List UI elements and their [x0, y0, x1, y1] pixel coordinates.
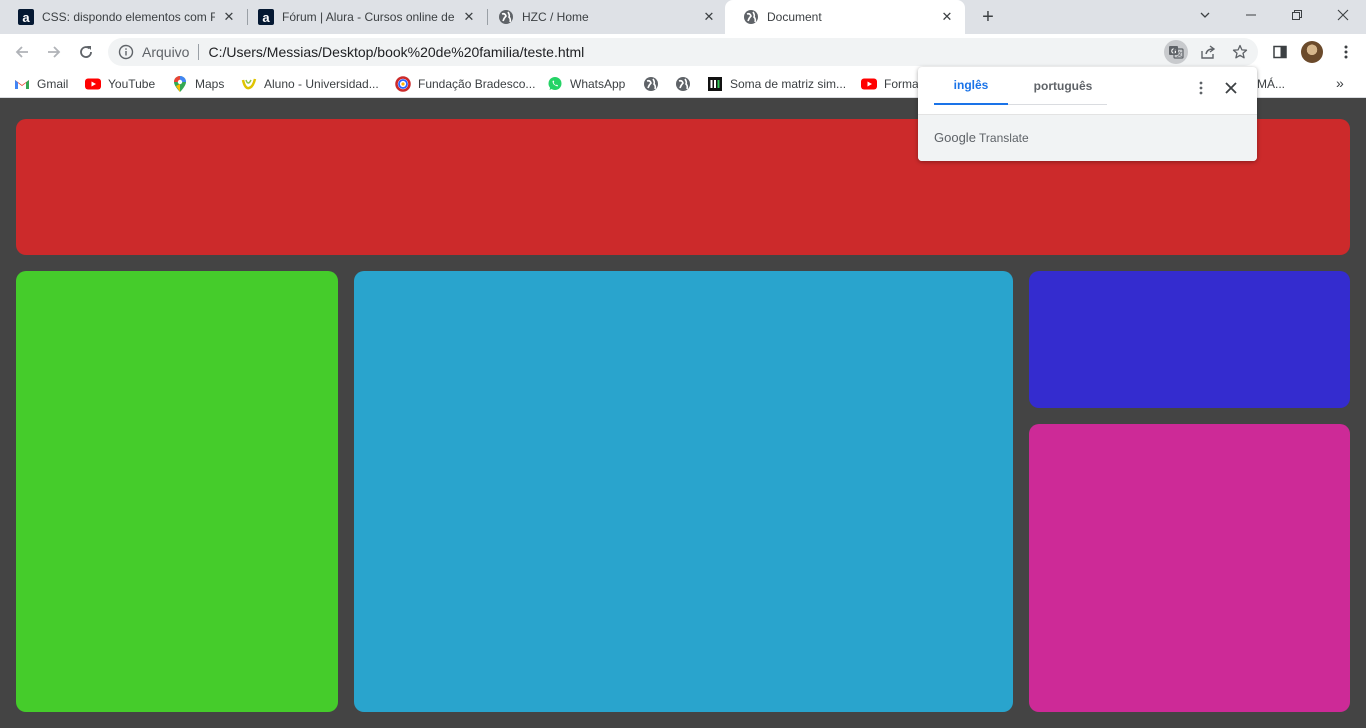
url-text[interactable]: C:/Users/Messias/Desktop/book%20de%20fam…	[208, 44, 584, 60]
close-icon[interactable]: ✕	[221, 9, 237, 25]
menu-button[interactable]	[1334, 40, 1358, 64]
more-vert-icon	[1344, 45, 1348, 59]
tab-target-language[interactable]: português	[1020, 67, 1106, 105]
share-icon[interactable]	[1196, 40, 1220, 64]
forward-arrow-icon	[48, 46, 61, 58]
svg-text:文: 文	[1177, 51, 1183, 59]
bookmark-label: Aluno - Universidad...	[264, 77, 379, 91]
gmail-icon	[14, 76, 30, 92]
youtube-icon	[861, 76, 877, 92]
bradesco-icon	[395, 76, 411, 92]
tab-title: CSS: dispondo elementos com Fl	[42, 10, 215, 24]
info-icon[interactable]	[118, 44, 134, 60]
globe-icon	[643, 76, 659, 92]
tab-css-flexbox[interactable]: a CSS: dispondo elementos com Fl ✕	[0, 0, 247, 34]
new-tab-button[interactable]: +	[976, 5, 1000, 29]
divider	[198, 44, 200, 60]
profile-button[interactable]	[1300, 40, 1324, 64]
bookmark-label: MÁ...	[1257, 77, 1286, 91]
tab-document[interactable]: Document ✕	[725, 0, 965, 34]
bookmark-label: Gmail	[37, 77, 69, 91]
restore-button[interactable]	[1274, 0, 1320, 30]
translate-icon[interactable]: G文	[1164, 40, 1188, 64]
tab-source-language[interactable]: inglês	[934, 67, 1008, 105]
right-bottom-box-magenta	[1029, 424, 1350, 712]
google-translate-brand: Google Translate	[934, 130, 1029, 145]
forward-button[interactable]	[42, 40, 66, 64]
tab-strip: a CSS: dispondo elementos com Fl ✕ a Fór…	[0, 0, 1366, 34]
left-box-green	[16, 271, 338, 712]
back-button[interactable]	[10, 40, 34, 64]
bookmark-whatsapp[interactable]: WhatsApp	[547, 75, 625, 93]
translate-label: Translate	[979, 131, 1029, 145]
tab-search-button[interactable]	[1182, 0, 1228, 30]
bookmark-bradesco[interactable]: Fundação Bradesco...	[395, 75, 535, 93]
bookmark-gmail[interactable]: Gmail	[14, 75, 68, 93]
translate-popup: inglês português Google Translate	[918, 67, 1257, 161]
bookmarks-overflow-button[interactable]: »	[1336, 75, 1344, 91]
side-panel-icon	[1273, 45, 1287, 59]
bookmark-globe-2[interactable]	[675, 75, 698, 93]
address-bar-actions: G文	[1164, 38, 1252, 66]
bookmark-ma[interactable]: MÁ...	[1257, 75, 1285, 93]
close-icon[interactable]: ✕	[461, 9, 477, 25]
translate-close-button[interactable]	[1223, 80, 1239, 96]
language-tabs: inglês português	[934, 67, 1107, 105]
bookmark-soma-matriz[interactable]: Soma de matriz sim...	[707, 75, 846, 93]
alura-icon: a	[18, 9, 34, 25]
tab-title: Fórum | Alura - Cursos online de	[282, 10, 455, 24]
translate-footer: Google Translate	[918, 114, 1257, 161]
close-window-button[interactable]	[1320, 0, 1366, 30]
page-viewport	[0, 103, 1366, 728]
bookmark-label: Soma de matriz sim...	[730, 77, 847, 91]
notion-icon	[707, 76, 723, 92]
bookmark-forma[interactable]: Forma	[861, 75, 919, 93]
close-icon[interactable]: ✕	[939, 9, 955, 25]
globe-icon	[743, 9, 759, 25]
avatar	[1301, 41, 1323, 63]
reload-icon	[80, 46, 92, 58]
bookmark-univesp[interactable]: Aluno - Universidad...	[241, 75, 379, 93]
minimize-button[interactable]	[1228, 0, 1274, 30]
right-top-box-indigo	[1029, 271, 1350, 408]
youtube-icon	[85, 76, 101, 92]
google-logo-text: Google	[934, 130, 976, 145]
back-arrow-icon	[15, 46, 28, 58]
bookmark-globe-1[interactable]	[643, 75, 666, 93]
more-vert-icon	[1199, 81, 1203, 95]
minimize-icon	[1246, 14, 1256, 16]
bookmark-label: Fundação Bradesco...	[418, 77, 536, 91]
bookmark-label: Forma	[884, 77, 919, 91]
tab-hzc-home[interactable]: HZC / Home ✕	[480, 0, 727, 34]
restore-icon	[1292, 10, 1302, 20]
bookmark-label: WhatsApp	[570, 77, 626, 91]
browser-toolbar: Arquivo C:/Users/Messias/Desktop/book%20…	[0, 34, 1366, 70]
tab-title: HZC / Home	[522, 10, 589, 24]
bookmark-youtube[interactable]: YouTube	[85, 75, 155, 93]
star-icon[interactable]	[1228, 40, 1252, 64]
bookmark-label: Maps	[195, 77, 225, 91]
close-icon	[1225, 82, 1237, 94]
address-bar[interactable]: Arquivo C:/Users/Messias/Desktop/book%20…	[108, 38, 1258, 66]
maps-icon	[172, 76, 188, 92]
close-icon[interactable]: ✕	[701, 9, 717, 25]
whatsapp-icon	[547, 76, 563, 92]
univesp-icon	[241, 76, 257, 92]
bookmark-label: YouTube	[108, 77, 156, 91]
tab-forum-alura[interactable]: a Fórum | Alura - Cursos online de ✕	[240, 0, 487, 34]
tab-title: Document	[767, 10, 822, 24]
alura-icon: a	[258, 9, 274, 25]
scheme-label: Arquivo	[142, 44, 190, 60]
globe-icon	[498, 9, 514, 25]
side-panel-button[interactable]	[1268, 40, 1292, 64]
bookmark-maps[interactable]: Maps	[172, 75, 224, 93]
center-box-blue	[354, 271, 1013, 712]
translate-options-button[interactable]	[1193, 80, 1209, 96]
chevron-down-icon	[1200, 12, 1210, 18]
close-icon	[1337, 9, 1349, 21]
reload-button[interactable]	[74, 40, 98, 64]
globe-icon	[675, 76, 691, 92]
